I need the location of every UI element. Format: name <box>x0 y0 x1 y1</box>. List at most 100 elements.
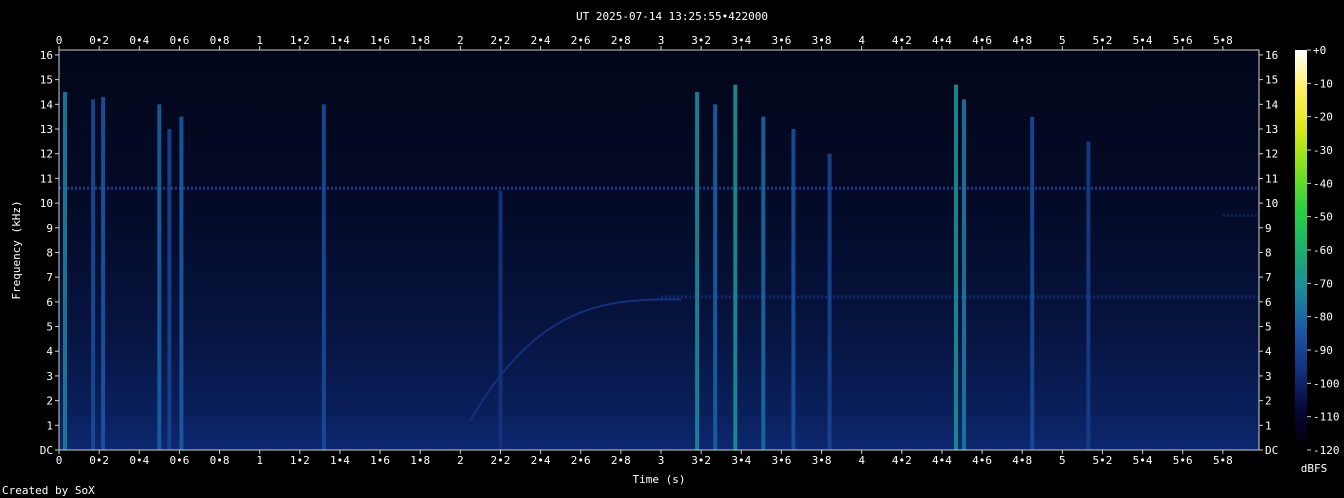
colorbar-tick-label: -60 <box>1313 244 1333 257</box>
y-tick-label-left: 1 <box>46 419 53 432</box>
y-tick-label-right: 12 <box>1265 148 1278 161</box>
y-tick-label-left: 7 <box>46 271 53 284</box>
x-tick-label-bottom: 2•6 <box>571 454 591 467</box>
y-tick-label-right: 6 <box>1265 296 1272 309</box>
y-tick-label-right: 11 <box>1265 172 1278 185</box>
transient-burst-5 <box>179 116 184 450</box>
x-tick-label-top: 2•8 <box>611 34 631 47</box>
colorbar-tick-label: -90 <box>1313 344 1333 357</box>
transient-burst-4 <box>167 129 172 450</box>
x-tick-label-bottom: 5•2 <box>1093 454 1113 467</box>
y-tick-label-right: DC <box>1265 444 1278 457</box>
x-tick-label-top: 2 <box>457 34 464 47</box>
y-tick-label-left: 2 <box>46 395 53 408</box>
x-tick-label-top: 1•6 <box>370 34 390 47</box>
x-tick-label-bottom: 0•2 <box>89 454 109 467</box>
y-tick-label-left: DC <box>40 444 53 457</box>
x-tick-label-bottom: 0•4 <box>129 454 149 467</box>
spectrogram-chart: UT 2025-07-14 13:25:55•422000 0 0 0•2 0•2 0•… <box>10 10 1340 486</box>
x-tick-label-bottom: 3•8 <box>812 454 832 467</box>
y-tick-label-right: 3 <box>1265 370 1272 383</box>
y-tick-label-left: 11 <box>40 172 53 185</box>
colorbar <box>1295 50 1307 450</box>
colorbar-tick-label: -40 <box>1313 177 1333 190</box>
colorbar-tick-label: -70 <box>1313 277 1333 290</box>
y-tick-label-left: 16 <box>40 49 53 62</box>
transient-burst-16 <box>1030 116 1035 450</box>
y-axis-label: Frequency (kHz) <box>10 200 23 299</box>
y-tick-label-left: 14 <box>40 98 54 111</box>
colorbar-label: dBFS <box>1301 462 1328 475</box>
x-axis-label: Time (s) <box>633 473 686 486</box>
y-tick-label-right: 9 <box>1265 222 1272 235</box>
colorbar-tick-label: -100 <box>1313 377 1340 390</box>
transient-burst-14 <box>954 84 958 450</box>
x-tick-label-bottom: 5•4 <box>1133 454 1153 467</box>
x-tick-label-top: 0 <box>56 34 63 47</box>
x-tick-label-bottom: 2•2 <box>491 454 511 467</box>
y-tick-label-left: 15 <box>40 74 53 87</box>
colorbar-tick-label: -10 <box>1313 77 1333 90</box>
transient-burst-3 <box>157 104 162 451</box>
y-tick-label-left: 10 <box>40 197 53 210</box>
x-tick-label-bottom: 1 <box>256 454 263 467</box>
colorbar-tick-label: -80 <box>1313 311 1333 324</box>
colorbar-tick-label: -30 <box>1313 144 1333 157</box>
x-tick-label-top: 4•2 <box>892 34 912 47</box>
y-tick-label-right: 2 <box>1265 395 1272 408</box>
x-tick-label-bottom: 0•6 <box>169 454 189 467</box>
y-tick-label-left: 8 <box>46 246 53 259</box>
chart-title: UT 2025-07-14 13:25:55•422000 <box>576 10 768 23</box>
colorbar-tick-label: -50 <box>1313 211 1333 224</box>
x-tick-label-top: 0•4 <box>129 34 149 47</box>
x-tick-label-top: 1 <box>256 34 263 47</box>
x-tick-label-top: 5•6 <box>1173 34 1193 47</box>
y-tick-label-left: 9 <box>46 222 53 235</box>
y-tick-label-left: 6 <box>46 296 53 309</box>
x-tick-label-top: 3•6 <box>771 34 791 47</box>
x-tick-label-top: 5•8 <box>1213 34 1233 47</box>
x-tick-label-top: 0•8 <box>210 34 230 47</box>
x-tick-label-bottom: 1•8 <box>410 454 430 467</box>
credit-text: Created by SoX <box>2 484 95 497</box>
x-tick-label-bottom: 0 <box>56 454 63 467</box>
x-tick-label-bottom: 3•4 <box>731 454 751 467</box>
x-tick-label-top: 5•2 <box>1093 34 1113 47</box>
y-tick-label-right: 15 <box>1265 74 1278 87</box>
y-tick-label-left: 3 <box>46 370 53 383</box>
x-tick-label-bottom: 4•6 <box>972 454 992 467</box>
x-tick-label-top: 5•4 <box>1133 34 1153 47</box>
y-tick-label-right: 10 <box>1265 197 1278 210</box>
y-tick-label-right: 1 <box>1265 419 1272 432</box>
y-tick-label-left: 12 <box>40 148 53 161</box>
x-tick-label-top: 4•4 <box>932 34 952 47</box>
x-tick-label-bottom: 3 <box>658 454 665 467</box>
x-tick-label-bottom: 3•6 <box>771 454 791 467</box>
x-tick-label-top: 5 <box>1059 34 1066 47</box>
y-tick-label-right: 4 <box>1265 345 1272 358</box>
transient-burst-10 <box>733 84 738 450</box>
y-tick-label-left: 4 <box>46 345 53 358</box>
plot-area <box>59 50 1259 450</box>
x-tick-label-bottom: 0•8 <box>210 454 230 467</box>
x-tick-label-bottom: 2 <box>457 454 464 467</box>
y-tick-label-left: 13 <box>40 123 53 136</box>
y-tick-label-left: 5 <box>46 321 53 334</box>
x-tick-label-top: 4•8 <box>1012 34 1032 47</box>
x-tick-label-top: 4 <box>858 34 865 47</box>
x-tick-label-bottom: 2•4 <box>531 454 551 467</box>
y-tick-label-right: 7 <box>1265 271 1272 284</box>
x-tick-label-top: 3•4 <box>731 34 751 47</box>
x-tick-label-bottom: 4•4 <box>932 454 952 467</box>
y-tick-label-right: 16 <box>1265 49 1278 62</box>
x-tick-label-top: 0•2 <box>89 34 109 47</box>
y-tick-label-right: 5 <box>1265 321 1272 334</box>
x-tick-label-top: 2•4 <box>531 34 551 47</box>
x-tick-label-top: 3•2 <box>691 34 711 47</box>
x-tick-label-bottom: 5 <box>1059 454 1066 467</box>
x-tick-label-bottom: 1•6 <box>370 454 390 467</box>
x-tick-label-bottom: 3•2 <box>691 454 711 467</box>
transient-burst-12 <box>791 129 796 450</box>
colorbar-tick-label: -110 <box>1313 411 1340 424</box>
x-tick-label-top: 3 <box>658 34 665 47</box>
